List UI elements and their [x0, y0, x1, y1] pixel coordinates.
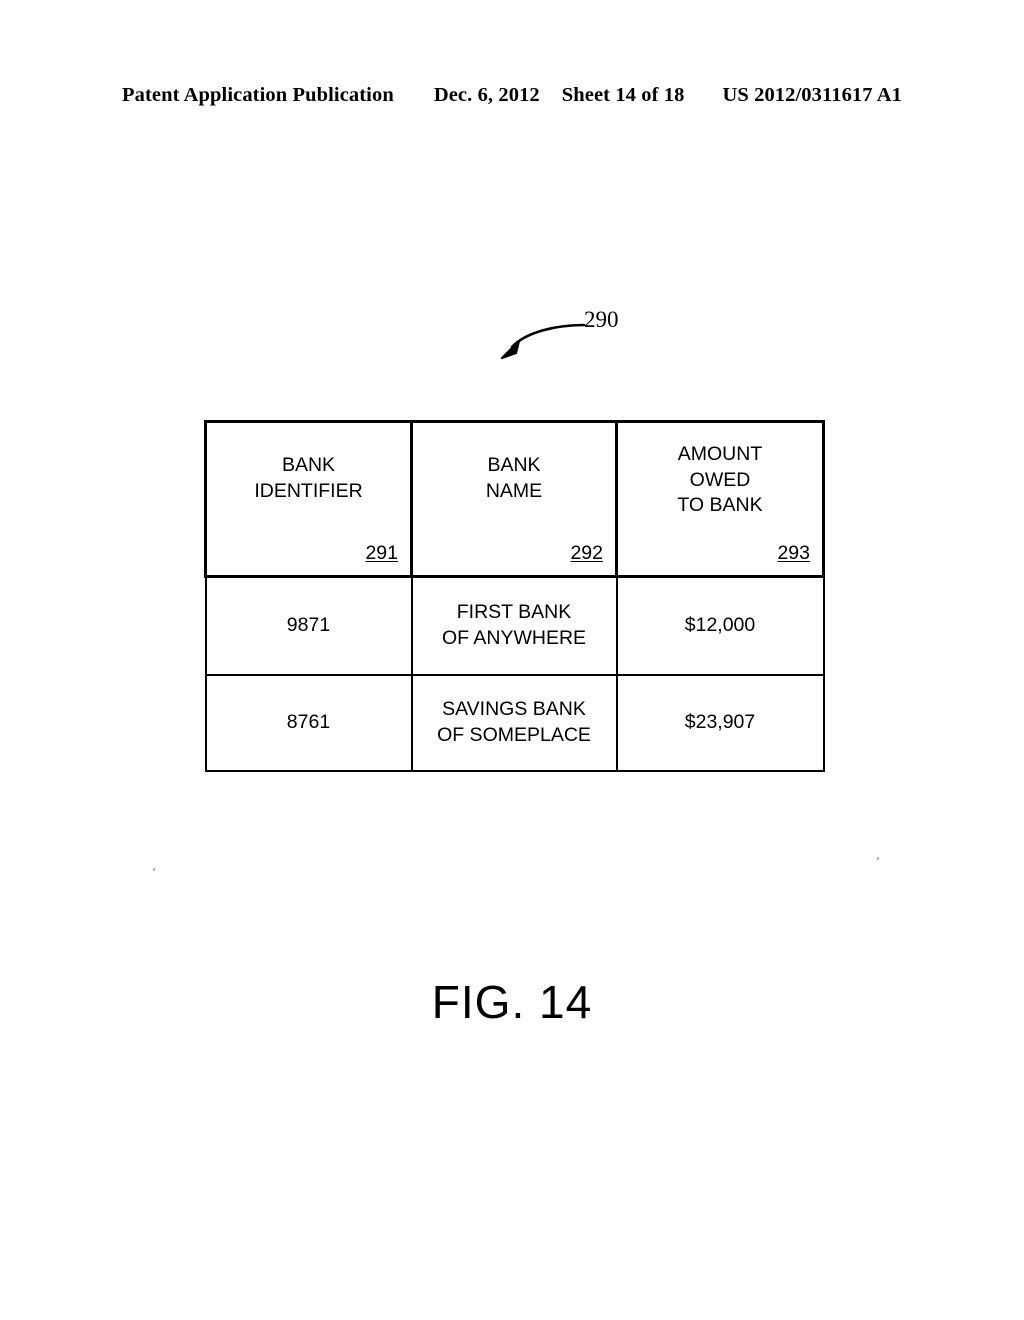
- cell-amount-owed: $12,000: [615, 576, 825, 676]
- scan-speckle: [153, 868, 155, 871]
- header-cell-bank-identifier: BANK IDENTIFIER 291: [204, 420, 413, 578]
- header-reference-291: 291: [365, 542, 398, 565]
- header-patent-number-label: US 2012/0311617 A1: [722, 84, 902, 106]
- header-reference-293: 293: [777, 542, 810, 565]
- header-reference-292: 292: [570, 542, 603, 565]
- header-cell-amount-owed: AMOUNT OWED TO BANK 293: [615, 420, 825, 578]
- bank-amounts-table: BANK IDENTIFIER 291 BANK NAME 292 AMOUNT…: [204, 420, 825, 772]
- header-publication-label: Patent Application Publication: [122, 84, 394, 106]
- cell-bank-identifier: 9871: [204, 576, 413, 676]
- value-bank-name: SAVINGS BANK OF SOMEPLACE: [437, 698, 591, 746]
- value-bank-identifier: 9871: [286, 614, 331, 637]
- cell-bank-name: FIRST BANK OF ANYWHERE: [410, 576, 618, 676]
- header-sheet-label: Sheet 14 of 18: [561, 84, 685, 106]
- scan-speckle: [877, 857, 879, 860]
- value-amount-owed: $12,000: [684, 614, 756, 637]
- table-header-row: BANK IDENTIFIER 291 BANK NAME 292 AMOUNT…: [204, 420, 825, 578]
- cell-bank-identifier: 8761: [204, 675, 413, 772]
- header-title-bank-identifier: BANK IDENTIFIER: [254, 454, 363, 502]
- value-amount-owed: $23,907: [684, 711, 756, 734]
- value-bank-name: FIRST BANK OF ANYWHERE: [441, 601, 587, 649]
- figure-caption: FIG. 14: [431, 976, 593, 1028]
- header-cell-bank-name: BANK NAME 292: [410, 420, 618, 578]
- callout-arrow-icon: [500, 323, 586, 360]
- table-row: 9871 FIRST BANK OF ANYWHERE $12,000: [204, 576, 825, 676]
- header-title-bank-name: BANK NAME: [485, 454, 543, 502]
- page-header: Patent Application Publication Dec. 6, 20…: [0, 84, 1024, 107]
- cell-amount-owed: $23,907: [615, 675, 825, 772]
- cell-bank-name: SAVINGS BANK OF SOMEPLACE: [410, 675, 618, 772]
- table-row: 8761 SAVINGS BANK OF SOMEPLACE $23,907: [204, 675, 825, 772]
- callout-reference-label: 290: [584, 307, 619, 332]
- value-bank-identifier: 8761: [286, 711, 331, 734]
- header-date-label: Dec. 6, 2012: [433, 84, 540, 106]
- callout-290: 290: [492, 300, 652, 370]
- header-title-amount-owed: AMOUNT OWED TO BANK: [677, 443, 763, 517]
